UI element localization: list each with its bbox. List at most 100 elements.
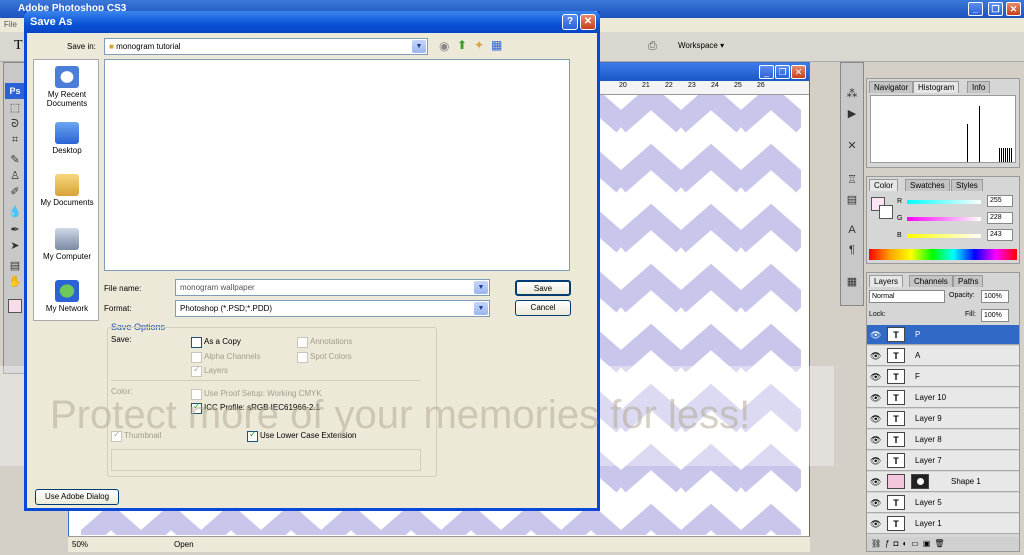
layer-row[interactable]: 👁 T Layer 7 — [867, 451, 1019, 471]
pen-tool-icon[interactable]: ✒ — [7, 223, 23, 237]
character-panel-icon[interactable]: A — [844, 223, 860, 237]
color-spectrum[interactable] — [869, 249, 1017, 260]
minimize-button[interactable]: _ — [968, 2, 983, 16]
layers-footer-icons[interactable]: ⛓ƒ◘◐▭▣🗑 — [867, 537, 1019, 551]
layer-row[interactable]: 👁 T P — [867, 325, 1019, 345]
clone-source-icon[interactable]: ♖ — [844, 173, 860, 187]
checkbox-label: Annotations — [310, 337, 353, 346]
layer-row[interactable]: 👁 T Layer 10 — [867, 388, 1019, 408]
tab-paths[interactable]: Paths — [953, 275, 984, 287]
layer-row[interactable]: 👁 T Layer 9 — [867, 409, 1019, 429]
brushes-panel-icon[interactable]: ⁂ — [844, 87, 860, 101]
tab-info[interactable]: Info — [967, 81, 991, 93]
maximize-button[interactable]: ❐ — [988, 2, 1003, 16]
workspace-menu[interactable]: Workspace ▾ — [678, 41, 724, 50]
visibility-eye-icon[interactable]: 👁 — [870, 372, 881, 383]
layer-name: Layer 10 — [915, 393, 947, 402]
hand-tool-icon[interactable]: ✋ — [7, 275, 23, 289]
visibility-eye-icon[interactable]: 👁 — [870, 393, 881, 404]
visibility-eye-icon[interactable]: 👁 — [870, 351, 881, 362]
view-menu-icon[interactable]: ▦ — [491, 38, 502, 52]
lasso-tool-icon[interactable]: ᘐ — [7, 117, 23, 131]
zoom-level[interactable]: 50% — [72, 540, 88, 549]
styles-panel-icon[interactable]: ▦ — [844, 275, 860, 289]
selection-tool-icon[interactable]: ➤ — [7, 239, 23, 253]
r-slider[interactable] — [907, 200, 981, 204]
up-folder-icon[interactable]: ⬆ — [457, 38, 467, 52]
visibility-eye-icon[interactable]: 👁 — [870, 414, 881, 425]
actions-panel-icon[interactable]: ▶ — [844, 107, 860, 121]
save-in-select[interactable]: ■ monogram tutorial ▼ — [104, 38, 428, 55]
notes-tool-icon[interactable]: ▤ — [7, 259, 23, 273]
back-icon[interactable]: ◉ — [439, 39, 449, 53]
layer-row[interactable]: 👁 Shape 1 — [867, 472, 1019, 492]
type-tool-icon[interactable]: T — [14, 38, 23, 54]
tool-presets-icon[interactable]: ✕ — [844, 139, 860, 153]
blend-mode-select[interactable]: Normal — [869, 290, 945, 303]
b-value[interactable]: 243 — [987, 229, 1013, 241]
close-button[interactable]: ✕ — [1006, 2, 1021, 16]
tab-color[interactable]: Color — [869, 179, 899, 191]
foreground-color-swatch[interactable] — [8, 299, 22, 313]
tab-channels[interactable]: Channels — [909, 275, 953, 287]
layer-row[interactable]: 👁 T A — [867, 346, 1019, 366]
fill-input[interactable]: 100% — [981, 309, 1009, 322]
b-slider[interactable] — [907, 234, 981, 238]
spot-colors-checkbox[interactable]: Spot Colors — [297, 352, 352, 363]
tab-layers[interactable]: Layers — [869, 275, 904, 287]
cancel-button[interactable]: Cancel — [515, 300, 571, 316]
tab-histogram[interactable]: Histogram — [913, 81, 960, 93]
new-folder-icon[interactable]: ✦ — [474, 38, 484, 52]
layer-comps-icon[interactable]: ▤ — [844, 193, 860, 207]
tab-swatches[interactable]: Swatches — [905, 179, 950, 191]
layer-row[interactable]: 👁 T F — [867, 367, 1019, 387]
format-select[interactable]: Photoshop (*.PSD;*.PDD) ▼ — [175, 300, 490, 317]
history-brush-icon[interactable]: ✐ — [7, 185, 23, 199]
visibility-eye-icon[interactable]: 👁 — [870, 498, 881, 509]
marquee-tool-icon[interactable]: ⬚ — [7, 101, 23, 115]
annotations-checkbox[interactable]: Annotations — [297, 337, 353, 348]
save-button[interactable]: Save — [515, 280, 571, 296]
visibility-eye-icon[interactable]: 👁 — [870, 477, 881, 488]
visibility-eye-icon[interactable]: 👁 — [870, 456, 881, 467]
layer-row[interactable]: 👁 T Layer 5 — [867, 493, 1019, 513]
use-adobe-dialog-button[interactable]: Use Adobe Dialog — [35, 489, 119, 505]
brush-tool-icon[interactable]: ✎ — [7, 153, 23, 167]
tab-styles[interactable]: Styles — [951, 179, 983, 191]
background-color[interactable] — [879, 205, 893, 219]
ruler-tick: 23 — [688, 82, 696, 89]
visibility-eye-icon[interactable]: 👁 — [870, 330, 881, 341]
doc-maximize-button[interactable]: ❐ — [775, 65, 790, 79]
file-list[interactable] — [104, 59, 570, 271]
visibility-eye-icon[interactable]: 👁 — [870, 519, 881, 530]
place-my-network[interactable]: My Network — [34, 280, 100, 313]
place-my-documents[interactable]: My Documents — [34, 174, 100, 207]
g-slider[interactable] — [907, 217, 981, 221]
paragraph-panel-icon[interactable]: ¶ — [844, 243, 860, 257]
help-button[interactable]: ? — [562, 14, 578, 30]
file-name-input[interactable]: monogram wallpaper ▼ — [175, 279, 490, 296]
opacity-input[interactable]: 100% — [981, 290, 1009, 303]
doc-minimize-button[interactable]: _ — [759, 65, 774, 79]
place-desktop[interactable]: Desktop — [34, 122, 100, 155]
alpha-channels-checkbox[interactable]: Alpha Channels — [191, 352, 260, 363]
menu-file[interactable]: File — [4, 20, 17, 29]
visibility-eye-icon[interactable]: 👁 — [870, 435, 881, 446]
place-recent[interactable]: My Recent Documents — [34, 66, 100, 108]
layer-row[interactable]: 👁 T Layer 8 — [867, 430, 1019, 450]
layers-checkbox[interactable]: ✓ Layers — [191, 364, 228, 377]
workspace-icon[interactable]: ⎙ — [648, 40, 657, 53]
dialog-close-button[interactable]: ✕ — [580, 14, 596, 30]
r-value[interactable]: 255 — [987, 195, 1013, 207]
ruler-tick: 24 — [711, 82, 719, 89]
stamp-tool-icon[interactable]: ♙ — [7, 169, 23, 183]
blur-tool-icon[interactable]: 💧 — [7, 205, 23, 219]
tab-navigator[interactable]: Navigator — [869, 81, 914, 93]
layer-name: Layer 8 — [915, 435, 942, 444]
place-my-computer[interactable]: My Computer — [34, 228, 100, 261]
as-a-copy-checkbox[interactable]: As a Copy — [191, 337, 241, 348]
layer-row[interactable]: 👁 T Layer 1 — [867, 514, 1019, 534]
doc-close-button[interactable]: ✕ — [791, 65, 806, 79]
crop-tool-icon[interactable]: ⌗ — [7, 133, 23, 147]
g-value[interactable]: 228 — [987, 212, 1013, 224]
